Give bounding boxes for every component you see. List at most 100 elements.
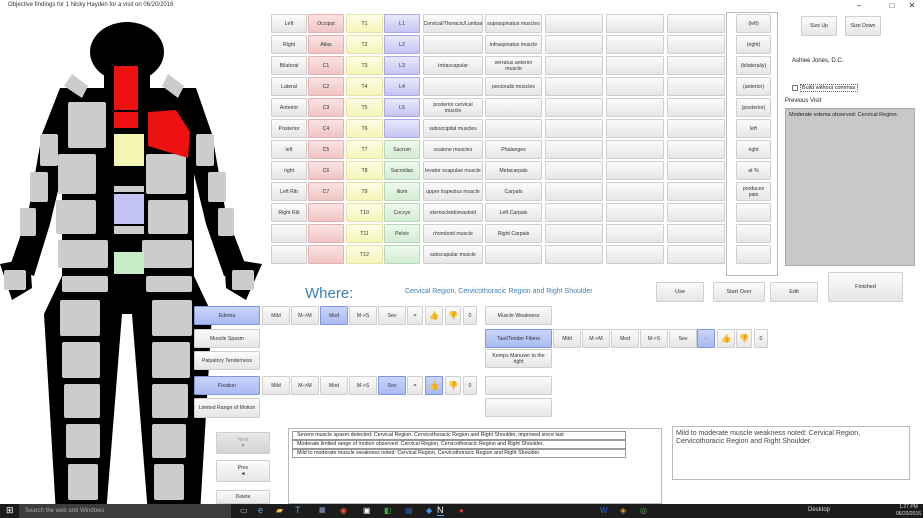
grid-col5-row1[interactable] bbox=[423, 35, 483, 54]
grid-empty-col6-row11[interactable] bbox=[545, 245, 603, 264]
grid-col3-row8[interactable]: T9 bbox=[346, 182, 383, 201]
grid-empty-col7-row6[interactable] bbox=[606, 140, 664, 159]
next-button[interactable]: Next ▼ bbox=[216, 432, 270, 454]
grid-empty-col6-row7[interactable] bbox=[545, 161, 603, 180]
edema-count[interactable]: 0 bbox=[463, 306, 477, 325]
grid-col4-row0[interactable]: L1 bbox=[384, 14, 420, 33]
fixation-equal-button[interactable]: = bbox=[407, 376, 423, 395]
grid-col6-row11[interactable] bbox=[485, 245, 542, 264]
grid-col3-row11[interactable]: T12 bbox=[346, 245, 383, 264]
prev-button[interactable]: Prev ◄ bbox=[216, 460, 270, 482]
grid-empty-col7-row2[interactable] bbox=[606, 56, 664, 75]
cervical-region[interactable] bbox=[114, 66, 138, 110]
edema-sev-1[interactable]: M->M bbox=[291, 306, 319, 325]
fixation-count[interactable]: 0 bbox=[463, 376, 477, 395]
clock[interactable]: 1:27 PM 06/20/2016 bbox=[896, 504, 921, 518]
fixation-sev-0[interactable]: Mild bbox=[262, 376, 290, 395]
size-up-button[interactable]: Size Up bbox=[801, 16, 837, 36]
grid-col6-row0[interactable]: supraspinatus muscles bbox=[485, 14, 542, 33]
grid-empty-col6-row6[interactable] bbox=[545, 140, 603, 159]
task-view-icon[interactable]: ▭ bbox=[240, 507, 248, 515]
grid-empty-col6-row8[interactable] bbox=[545, 182, 603, 201]
app-icon-4[interactable]: ◧ bbox=[384, 506, 392, 515]
grid-col5-row6[interactable]: scalene muscles bbox=[423, 140, 483, 159]
grid-col4-row9[interactable]: Coccyx bbox=[384, 203, 420, 222]
grid-empty-col8-row1[interactable] bbox=[667, 35, 725, 54]
notes-item[interactable]: Mild to moderate muscle weakness noted: … bbox=[292, 449, 626, 458]
finding-right-0[interactable]: Muscle Weakness bbox=[485, 306, 552, 325]
grid-col2-row11[interactable] bbox=[308, 245, 344, 264]
notes-item[interactable]: Moderate limited range of motion observe… bbox=[292, 440, 626, 449]
grid-empty-col7-row10[interactable] bbox=[606, 224, 664, 243]
maximize-button[interactable]: □ bbox=[881, 0, 903, 12]
grid-empty-col6-row3[interactable] bbox=[545, 77, 603, 96]
grid-col4-row2[interactable]: L3 bbox=[384, 56, 420, 75]
grid-col4-row11[interactable] bbox=[384, 245, 420, 264]
grid-col1-row4[interactable]: Anterior bbox=[271, 98, 307, 117]
grid-col5-row9[interactable]: sternocleidomastoid bbox=[423, 203, 483, 222]
taut-thumbs-down-icon[interactable]: 👎 bbox=[736, 329, 752, 348]
grid-col3-row5[interactable]: T6 bbox=[346, 119, 383, 138]
grid-col2-row4[interactable]: C3 bbox=[308, 98, 344, 117]
app-icon-5[interactable]: ▤ bbox=[405, 506, 413, 515]
grid-col6-row1[interactable]: infraspinatus muscle bbox=[485, 35, 542, 54]
finding-right-4[interactable] bbox=[485, 398, 552, 417]
fixation-sev-1[interactable]: M->M bbox=[291, 376, 319, 395]
taut-sev-3[interactable]: M->S bbox=[640, 329, 668, 348]
grid-empty-col8-row10[interactable] bbox=[667, 224, 725, 243]
grid-empty-col8-row6[interactable] bbox=[667, 140, 725, 159]
grid-col4-row6[interactable]: Sacrum bbox=[384, 140, 420, 159]
fixation-thumbs-up-icon[interactable]: 👍 bbox=[425, 376, 443, 395]
grid-empty-col7-row8[interactable] bbox=[606, 182, 664, 201]
grid-empty-col6-row5[interactable] bbox=[545, 119, 603, 138]
grid-col6-row4[interactable] bbox=[485, 98, 542, 117]
grid-empty-col8-row7[interactable] bbox=[667, 161, 725, 180]
lumbar-region[interactable] bbox=[114, 194, 144, 224]
taut-sev-0[interactable]: Mild bbox=[553, 329, 581, 348]
build-without-commas[interactable]: Build without commas bbox=[792, 83, 864, 92]
chrome-icon[interactable]: ◎ bbox=[640, 506, 647, 515]
notes-list[interactable]: Severe muscle spasm detected: Cervical R… bbox=[288, 428, 662, 504]
grid-col3-row2[interactable]: T3 bbox=[346, 56, 383, 75]
edit-button[interactable]: Edit bbox=[770, 282, 818, 302]
taut-count[interactable]: 0 bbox=[754, 329, 768, 348]
grid-empty-col7-row1[interactable] bbox=[606, 35, 664, 54]
edema-sev-0[interactable]: Mild bbox=[262, 306, 290, 325]
grid-col2-row8[interactable]: C7 bbox=[308, 182, 344, 201]
edge-browser-icon[interactable]: e bbox=[258, 506, 263, 515]
grid-col2-row1[interactable]: Atlas bbox=[308, 35, 344, 54]
grid-col6-row5[interactable] bbox=[485, 119, 542, 138]
grid-col1-row7[interactable]: right bbox=[271, 161, 307, 180]
grid-empty-col6-row1[interactable] bbox=[545, 35, 603, 54]
grid-col6-row7[interactable]: Metacarpals bbox=[485, 161, 542, 180]
grid-col5-row0[interactable]: Cervical/Thoracic/Lumbar bbox=[423, 14, 483, 33]
size-down-button[interactable]: Size Down bbox=[845, 16, 881, 36]
grid-col5-row3[interactable] bbox=[423, 77, 483, 96]
grid-col4-row7[interactable]: Sacroiliac bbox=[384, 161, 420, 180]
grid-col4-row3[interactable]: L4 bbox=[384, 77, 420, 96]
finding-right-3[interactable] bbox=[485, 376, 552, 395]
windows-start-icon[interactable]: ⊞ bbox=[6, 506, 14, 515]
grid-empty-col7-row3[interactable] bbox=[606, 77, 664, 96]
grid-empty-col8-row2[interactable] bbox=[667, 56, 725, 75]
taut-sev-1[interactable]: M->M bbox=[582, 329, 610, 348]
app-icon-7[interactable]: ● bbox=[459, 506, 464, 515]
grid-col1-row11[interactable] bbox=[271, 245, 307, 264]
grid-col2-row2[interactable]: C1 bbox=[308, 56, 344, 75]
grid-empty-col7-row11[interactable] bbox=[606, 245, 664, 264]
grid-col3-row6[interactable]: T7 bbox=[346, 140, 383, 159]
grid-col3-row3[interactable]: T4 bbox=[346, 77, 383, 96]
grid-col4-row5[interactable] bbox=[384, 119, 420, 138]
grid-empty-col8-row3[interactable] bbox=[667, 77, 725, 96]
grid-col2-row9[interactable] bbox=[308, 203, 344, 222]
edema-sev-3[interactable]: M->S bbox=[349, 306, 377, 325]
grid-empty-col8-row8[interactable] bbox=[667, 182, 725, 201]
grid-empty-col8-row11[interactable] bbox=[667, 245, 725, 264]
use-button[interactable]: Use bbox=[656, 282, 704, 302]
thoracic-region[interactable] bbox=[114, 134, 144, 166]
grid-empty-col7-row4[interactable] bbox=[606, 98, 664, 117]
grid-col6-row3[interactable]: pectoralis muscles bbox=[485, 77, 542, 96]
grid-col3-row7[interactable]: T8 bbox=[346, 161, 383, 180]
grid-col3-row10[interactable]: T11 bbox=[346, 224, 383, 243]
grid-col1-row5[interactable]: Posterior bbox=[271, 119, 307, 138]
